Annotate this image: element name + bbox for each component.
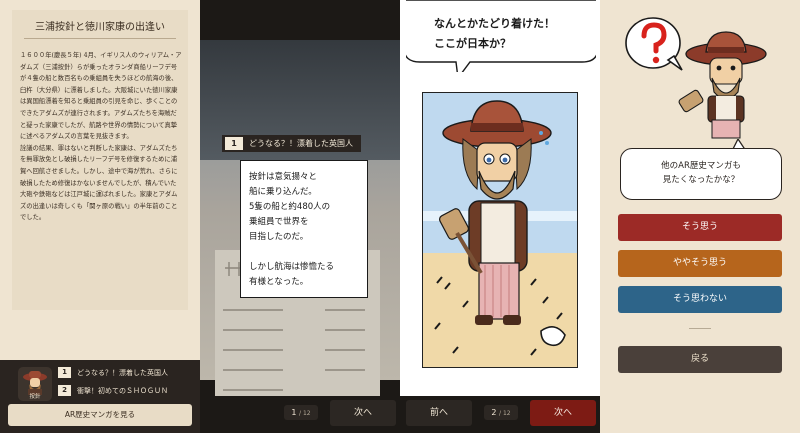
prev-button[interactable]: 前へ [406, 400, 472, 426]
page-indicator: 2 / 12 [484, 405, 518, 420]
narration-box: 按針は意気揚々と 船に乗り込んだ。 5隻の船と約480人の 乗組員で世界を 目指… [240, 160, 368, 298]
survey-question-line: 見たくなったかな？ [662, 175, 740, 185]
anjin-on-beach-illustration-icon [423, 93, 577, 367]
article-panel: 三浦按針と徳川家康の出逢い １６００年(慶長５年) 4月、イギリス人のウィリアム… [0, 0, 200, 433]
article-title: 三浦按針と徳川家康の出逢い [35, 22, 165, 33]
article-paragraph: 詮議の結果、罪はないと判断した家康は、アダムズたちを無罪放免とし破損したリーフデ… [20, 144, 178, 222]
question-mark-bubble-icon [625, 17, 683, 71]
page-indicator: 1 / 12 [284, 405, 318, 420]
manga-page-1-panel: 1 どうなる？！漂着した英国人 按針は意気揚々と 船に乗り込んだ。 5隻の船と約… [200, 0, 400, 433]
episode-badge: 1 どうなる？！漂着した英国人 [222, 135, 361, 152]
next-button[interactable]: 次へ [530, 400, 596, 426]
survey-panel: 他のAR歴史マンガも 見たくなったかな？ そう思う ややそう思う そう思わない … [600, 0, 800, 433]
avatar[interactable]: 按針 [18, 367, 52, 401]
article-paragraph: １６００年(慶長５年) 4月、イギリス人のウィリアム・アダムズ（三浦按針）らが乗… [20, 52, 182, 141]
survey-question-line: 他のAR歴史マンガも [661, 161, 741, 171]
page-nav-bar: 前へ 2 / 12 次へ [400, 396, 600, 433]
episode-number: 1 [58, 367, 71, 378]
current-page: 2 [491, 408, 497, 417]
episode-item-2[interactable]: 2 衝撃！初めてのＳＨＯＧＵＮ [58, 384, 168, 397]
narration-line: 5隻の船と約480人の [249, 202, 331, 212]
back-button[interactable]: 戻る [618, 346, 782, 373]
episode-item-1[interactable]: 1 どうなる？！漂着した英国人 [58, 366, 168, 379]
current-page: 1 [291, 408, 297, 417]
episode-badge-title: どうなる？！漂着した英国人 [249, 139, 353, 148]
narration-line: 有様となった。 [249, 277, 309, 287]
manga-illustration [422, 92, 578, 368]
narration-line: 乗組員で世界を [249, 217, 309, 227]
manga-page-2-panel: なんとかたどり着けた！ ここが日本か？ 前へ 2 / 12 次へ [400, 0, 600, 433]
total-pages: / 12 [499, 410, 511, 417]
speech-text: なんとかたどり着けた！ ここが日本か？ [434, 14, 555, 54]
next-button[interactable]: 次へ [330, 400, 396, 426]
narration-line: しかし航海は惨憺たる [249, 262, 335, 272]
narration-spacer [249, 245, 359, 260]
speech-line: ここが日本か？ [434, 37, 511, 50]
article-card: 三浦按針と徳川家康の出逢い １６００年(慶長５年) 4月、イギリス人のウィリアム… [12, 10, 188, 310]
total-pages: / 12 [299, 410, 311, 417]
narration-line: 目指したのだ。 [249, 232, 309, 242]
episode-number: 2 [58, 385, 71, 396]
article-body: １６００年(慶長５年) 4月、イギリス人のウィリアム・アダムズ（三浦按針）らが乗… [20, 50, 182, 224]
answer-disagree-button[interactable]: そう思わない [618, 286, 782, 313]
answer-agree-button[interactable]: そう思う [618, 214, 782, 241]
page-nav-bar: 1 / 12 次へ [200, 396, 400, 433]
view-ar-manga-button[interactable]: AR歴史マンガを見る [8, 404, 192, 426]
episode-title: 衝撃！初めてのＳＨＯＧＵＮ [77, 386, 168, 395]
episode-dock: 按針 1 どうなる？！漂着した英国人 2 衝撃！初めてのＳＨＯＧＵＮ AR歴史マ… [0, 360, 200, 433]
episode-title: どうなる？！漂着した英国人 [77, 368, 168, 377]
narration-line: 船に乗り込んだ。 [249, 187, 317, 197]
episode-badge-number: 1 [225, 137, 243, 150]
survey-question: 他のAR歴史マンガも 見たくなったかな？ [620, 148, 782, 200]
narration-line: 按針は意気揚々と [249, 172, 318, 182]
divider [689, 328, 711, 329]
title-divider [24, 38, 176, 39]
speech-line: なんとかたどり着けた！ [434, 17, 555, 30]
answer-somewhat-agree-button[interactable]: ややそう思う [618, 250, 782, 277]
anjin-mascot-icon [678, 31, 767, 139]
avatar-label: 按針 [29, 394, 41, 400]
